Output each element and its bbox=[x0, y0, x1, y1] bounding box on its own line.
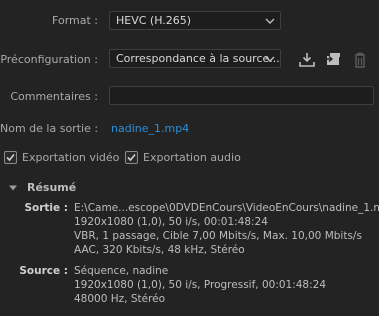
output-name-label: Nom de la sortie : bbox=[0, 122, 99, 135]
export-audio-label: Exportation audio bbox=[143, 151, 241, 164]
chevron-down-icon bbox=[265, 56, 275, 62]
format-select[interactable]: HEVC (H.265) bbox=[109, 11, 281, 30]
comments-input[interactable] bbox=[109, 86, 374, 105]
collapse-triangle-icon[interactable] bbox=[8, 183, 18, 193]
delete-preset-icon[interactable] bbox=[350, 50, 370, 70]
source-line: Séquence, nadine bbox=[74, 265, 169, 277]
export-video-label: Exportation vidéo bbox=[22, 151, 120, 164]
source-line: 1920x1080 (1,0), 50 i/s, Progressif, 00:… bbox=[74, 279, 327, 291]
source-line: 48000 Hz, Stéréo bbox=[74, 293, 166, 305]
summary-title: Résumé bbox=[27, 181, 77, 194]
export-video-checkbox[interactable] bbox=[4, 151, 17, 164]
sortie-line: 1920x1080 (1,0), 50 i/s, 00:01:48:24 bbox=[74, 216, 268, 228]
preset-value: Correspondance à la source... bbox=[116, 52, 280, 65]
format-value: HEVC (H.265) bbox=[116, 14, 192, 27]
checkmark-icon bbox=[127, 153, 136, 162]
sortie-label: Sortie : bbox=[24, 202, 68, 214]
save-preset-icon[interactable] bbox=[297, 50, 317, 70]
sortie-line: E:\Came...escope\0DVDEnCours\VideoEnCour… bbox=[74, 202, 379, 214]
preset-label: Préconfiguration : bbox=[0, 53, 98, 66]
sortie-line: VBR, 1 passage, Cible 7,00 Mbits/s, Max.… bbox=[74, 230, 362, 242]
checkmark-icon bbox=[6, 153, 15, 162]
source-label: Source : bbox=[19, 265, 68, 277]
sortie-line: AAC, 320 Kbits/s, 48 kHz, Stéréo bbox=[74, 244, 245, 256]
output-name-link[interactable]: nadine_1.mp4 bbox=[111, 122, 189, 135]
preset-select[interactable]: Correspondance à la source... bbox=[109, 49, 281, 68]
export-audio-checkbox[interactable] bbox=[125, 151, 138, 164]
import-preset-icon[interactable] bbox=[323, 50, 343, 70]
comments-label: Commentaires : bbox=[10, 90, 98, 103]
chevron-down-icon bbox=[265, 18, 275, 24]
format-label: Format : bbox=[52, 14, 98, 27]
